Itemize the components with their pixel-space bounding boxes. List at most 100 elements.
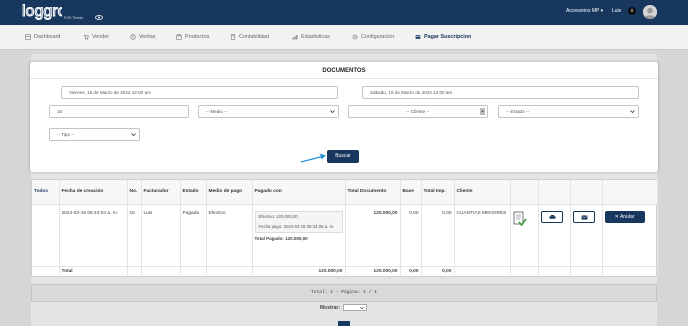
logo-text: loggro [22, 3, 62, 20]
cell-medio: Efectivo [206, 204, 253, 267]
pagination-summary: Total: 1 - Página: 1 / 1 [31, 284, 657, 302]
chevron-down-icon [131, 132, 136, 137]
cell-print [538, 204, 571, 267]
col-fecha: Fecha de creación [59, 180, 128, 205]
arrow-pointer-icon [300, 152, 328, 164]
col-estado: Estado [180, 180, 207, 205]
total-empty-cell [141, 266, 181, 278]
total-empty-cell [180, 266, 207, 278]
documentos-modal: DOCUMENTOS Viernes, 15 de Marzo de 2024 … [30, 62, 658, 172]
cliente-select-value: -- Cliente -- [406, 109, 430, 114]
col-todos[interactable]: Todos [32, 180, 60, 205]
document-check-icon[interactable] [513, 211, 527, 227]
chevron-down-icon: ▾ [600, 8, 604, 14]
medio-select[interactable]: -- Medio -- [198, 105, 339, 118]
col-actions-4 [602, 180, 658, 205]
nav-pagar-suscripcion[interactable]: Pagar Suscripcion [415, 34, 471, 40]
total-medio: 120.000,00 [252, 266, 346, 278]
cell-total-imp: 0,00 [421, 204, 455, 267]
total-empty-cell [127, 266, 142, 278]
total-empty-cell [206, 266, 253, 278]
payment-total: Total Pagado: 120.000,00 [254, 235, 308, 241]
tipo-select[interactable]: -- Tipo -- [49, 128, 140, 141]
anular-button[interactable]: ✕ Anular [604, 210, 645, 223]
cell-total-documento: 120.000,00 [345, 204, 401, 267]
avatar[interactable] [643, 5, 657, 19]
nav-dashboard[interactable]: Dashboard [25, 34, 60, 40]
cell-fecha: 2024-03-15 08:44:04 a. m. [59, 204, 128, 267]
chart-icon [292, 34, 298, 40]
loggro-logo[interactable]: loggro [22, 2, 68, 21]
print-icon [549, 214, 555, 219]
chevron-down-icon [630, 109, 635, 114]
col-total-imp: Total Imp. [421, 180, 455, 205]
col-actions-2 [538, 180, 571, 205]
col-cliente: Cliente [454, 180, 511, 205]
nav-label: Vender [92, 34, 110, 40]
modal-title: DOCUMENTOS [322, 68, 366, 74]
nav-ventas[interactable]: $ Ventas [130, 34, 156, 40]
box-icon [176, 34, 182, 40]
dashboard-icon [25, 34, 31, 40]
calculator-icon [230, 34, 236, 40]
total-imp: 0,00 [421, 266, 455, 278]
cell-estado: Pagada [180, 204, 207, 267]
payment-date: Fecha pago: 2024-03-15 08:44:05 a. m. [258, 223, 335, 229]
main-nav: Dashboard Vender $ Ventas Productos Cont… [0, 25, 688, 50]
documents-table: Todos Fecha de creación No. Facturador E… [31, 179, 658, 278]
modal-divider [30, 78, 658, 79]
close-icon: ✕ [614, 213, 619, 220]
col-pagado-con: Pagado con [252, 180, 346, 205]
date-to-input[interactable]: Sábado, 16 de Marzo de 2024 12:00 am [362, 86, 639, 99]
nav-contabilidad[interactable]: Contabilidad [230, 34, 269, 40]
estado-select[interactable]: -- Estado -- [498, 105, 639, 118]
cell-no: 15 [127, 204, 142, 267]
nav-estadisticas[interactable]: Estadisticas [292, 34, 330, 40]
nav-label: Dashboard [34, 34, 61, 40]
table-header-row: Todos Fecha de creación No. Facturador E… [32, 180, 658, 205]
cell-cliente: CUANTIAS MENORES [454, 204, 511, 267]
print-button[interactable] [540, 210, 563, 223]
notification-badge[interactable]: 0 [628, 7, 636, 15]
cell-base: 0,00 [400, 204, 422, 267]
nav-label: Ventas [139, 34, 156, 40]
total-empty-cell [510, 266, 539, 278]
nav-label: Estadisticas [301, 34, 330, 40]
total-empty-cell [454, 266, 511, 278]
search-button[interactable]: Buscar [327, 150, 359, 163]
anular-label: Anular [619, 213, 635, 220]
email-button[interactable] [572, 210, 595, 223]
page-button[interactable] [338, 321, 350, 326]
cliente-select[interactable]: -- Cliente -- ▴ [348, 105, 488, 118]
cliente-clear-icon[interactable]: ▴ [480, 108, 485, 115]
svg-text:$: $ [132, 35, 134, 39]
cell-anular: ✕ Anular [602, 204, 658, 267]
tipo-select-value: -- Tipo -- [57, 132, 75, 137]
total-empty-cell [32, 266, 60, 278]
chevron-down-icon [360, 306, 364, 310]
total-base: 0,00 [400, 266, 422, 278]
col-base: Base [400, 180, 422, 205]
total-empty-cell [570, 266, 603, 278]
nav-vender[interactable]: Vender [83, 34, 109, 40]
nav-productos[interactable]: Productos [176, 34, 209, 40]
nav-configuracion[interactable]: Configuración [352, 34, 394, 40]
cart-icon [83, 34, 89, 40]
top-header: loggro POS Tienda Accesorios MP ▾ Luis 0 [0, 0, 688, 25]
total-label: Total [59, 266, 128, 278]
gear-icon [352, 34, 358, 40]
logo-subtitle: POS Tienda [64, 16, 83, 20]
user-name[interactable]: Luis [612, 8, 621, 14]
nav-label: Pagar Suscripcion [424, 34, 472, 40]
card-icon [415, 34, 421, 40]
mostrar-select[interactable] [343, 304, 367, 311]
cell-pagado-con: Efectivo: 120.000,00 Fecha pago: 2024-03… [252, 204, 346, 267]
row-select-cell [32, 204, 60, 267]
account-name[interactable]: Accesorios MP ▾ [566, 8, 603, 14]
number-input[interactable]: 15 [49, 105, 189, 118]
col-actions-3 [570, 180, 603, 205]
eye-icon[interactable] [95, 15, 103, 21]
date-from-input[interactable]: Viernes, 15 de Marzo de 2024 12:00 am [61, 86, 338, 99]
money-icon: $ [130, 34, 136, 40]
mail-icon [580, 214, 588, 220]
